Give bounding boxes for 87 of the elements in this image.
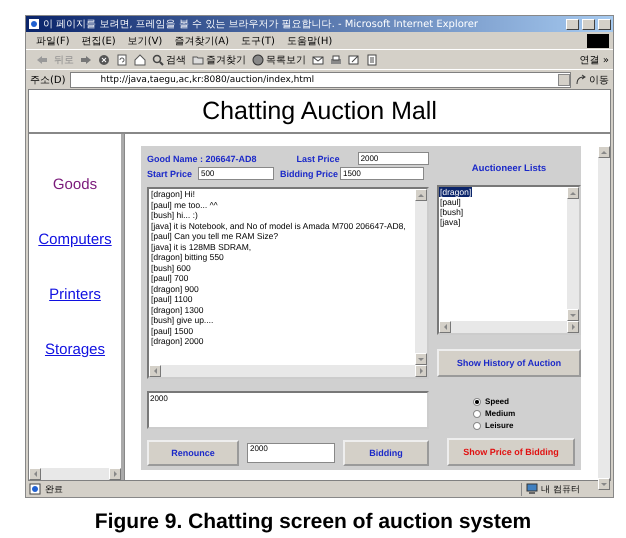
- stop-icon[interactable]: [98, 54, 110, 66]
- chat-message: [paul] 1500: [151, 326, 194, 336]
- home-icon[interactable]: [134, 54, 146, 66]
- input-field[interactable]: 500: [198, 167, 274, 180]
- radio-label: Leisure: [485, 421, 514, 430]
- mail-icon[interactable]: [312, 54, 324, 66]
- page-icon[interactable]: [366, 54, 378, 66]
- address-field[interactable]: http://java,taegu,ac,kr:8080/auction/index,html: [70, 72, 571, 88]
- chat-message: [bush] give up....: [151, 315, 214, 326]
- chat-message: [dragon] 2000: [151, 336, 204, 346]
- search-button[interactable]: 검색: [152, 52, 186, 66]
- history-button[interactable]: Show History of Auction: [437, 349, 581, 377]
- globe-icon: [252, 54, 264, 66]
- chat-message: [java] it is 128MB SDRAM,: [151, 242, 252, 252]
- good-name: Good Name : 206647-AD8: [147, 154, 257, 164]
- printer-icon[interactable]: [330, 54, 342, 66]
- status-text: 완료: [45, 484, 63, 496]
- vertical-scrollbar[interactable]: [598, 146, 610, 490]
- menu-item[interactable]: 편집(E): [82, 34, 116, 48]
- chat-message: [dragon] 900: [151, 284, 200, 294]
- bid-field[interactable]: 2000: [247, 443, 335, 463]
- chat-message: [dragon] Hi!: [151, 189, 196, 200]
- message-field[interactable]: 2000: [147, 391, 429, 429]
- chat-message: [dragon] bitting 550: [151, 252, 225, 262]
- minimize-button[interactable]: [566, 18, 579, 30]
- chat-message: [paul] Can you tell me RAM Size?: [151, 231, 280, 242]
- radio-button[interactable]: [473, 422, 481, 430]
- search-icon: [152, 54, 164, 66]
- horizontal-scrollbar[interactable]: [149, 365, 427, 377]
- window-title: 이 페이지를 보려면, 프레임을 볼 수 있는 브라우저가 필요합니다. - Microsoft Internet Explorer: [43, 18, 479, 31]
- close-button[interactable]: [598, 18, 611, 30]
- chat-message: [paul] me too... ^^: [151, 200, 219, 210]
- list-item[interactable]: [java]: [439, 217, 462, 227]
- page-title: Chatting Auction Mall: [202, 96, 437, 126]
- favorites-button[interactable]: 즐겨찾기: [192, 52, 246, 66]
- computer-icon: [526, 483, 538, 495]
- sidebar-link[interactable]: Computers: [38, 231, 112, 248]
- sidebar-link[interactable]: Printers: [49, 286, 101, 303]
- page-icon: [29, 483, 41, 495]
- list-item[interactable]: [bush]: [439, 207, 464, 217]
- history-button[interactable]: 목록보기: [252, 52, 306, 66]
- edit-icon[interactable]: [348, 54, 360, 66]
- radio-label: Medium: [485, 409, 516, 418]
- radio-button[interactable]: [473, 410, 481, 418]
- bidding-button[interactable]: Bidding: [343, 440, 429, 466]
- menu-item[interactable]: 보기(V): [128, 34, 162, 48]
- browser-logo: [587, 34, 609, 48]
- renounce-button[interactable]: Renounce: [147, 440, 239, 466]
- chat-message: [java] it is Notebook, and No of model is Amada M700 206647-AD8,: [151, 220, 407, 231]
- refresh-icon[interactable]: [116, 54, 128, 66]
- input-field[interactable]: 1500: [340, 167, 424, 180]
- forward-arrow-icon[interactable]: [80, 54, 92, 66]
- list-title: Auctioneer Lists: [470, 163, 548, 176]
- chat-message: [bush] 600: [151, 262, 192, 273]
- radio-button[interactable]: [473, 398, 481, 406]
- list-item[interactable]: [paul]: [439, 197, 462, 207]
- figure-caption: Figure 9. Chatting screen of auction system: [94, 510, 532, 534]
- folder-icon: [192, 54, 204, 66]
- vertical-scrollbar[interactable]: [415, 189, 427, 365]
- chat-area[interactable]: [147, 187, 429, 379]
- menu-item[interactable]: 도구(T): [241, 34, 275, 48]
- sidebar-link[interactable]: Storages: [44, 341, 106, 358]
- go-arrow-icon: [575, 74, 587, 86]
- vertical-scrollbar[interactable]: [567, 187, 579, 321]
- input-field[interactable]: 2000: [358, 152, 429, 165]
- chat-message: [paul] 700: [151, 273, 190, 284]
- horizontal-scrollbar[interactable]: [439, 321, 579, 333]
- address-label: 주소(D): [30, 74, 66, 86]
- chat-message: [paul] 1100: [151, 294, 194, 304]
- field-label: Bidding Price: [280, 168, 338, 178]
- menu-item[interactable]: 도움말(H): [286, 34, 332, 48]
- zone-text: 내 컴퓨터: [541, 484, 580, 496]
- sidebar-link[interactable]: Goods: [52, 176, 98, 193]
- field-label: Start Price: [147, 168, 192, 178]
- go-button[interactable]: 이동: [575, 72, 609, 86]
- radio-label: Speed: [485, 397, 510, 406]
- chat-message: [bush] hi... :): [151, 210, 199, 220]
- menu-item[interactable]: 즐겨찾기(A): [174, 34, 229, 48]
- list-item[interactable]: [dragon]: [439, 187, 472, 197]
- browser-icon: [28, 18, 40, 30]
- field-label: Last Price: [296, 154, 340, 164]
- menu-item[interactable]: 파일(F): [36, 34, 70, 48]
- horizontal-scrollbar[interactable]: [29, 468, 121, 480]
- maximize-button[interactable]: [582, 18, 595, 30]
- chat-message: [dragon] 1300: [151, 304, 204, 315]
- auctioneer-list[interactable]: [dragon] [paul] [bush] [java]: [437, 185, 581, 335]
- links-button[interactable]: 연결 »: [580, 52, 609, 66]
